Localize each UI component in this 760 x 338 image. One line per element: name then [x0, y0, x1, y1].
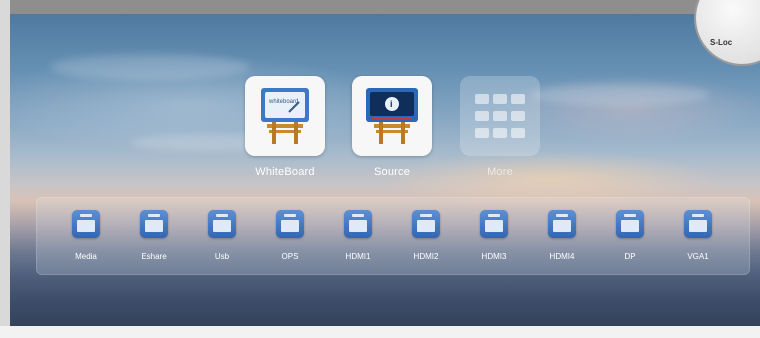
device-bezel-bottom [0, 326, 760, 338]
dock-item-label: Eshare [141, 252, 167, 261]
sky-cloud [50, 54, 250, 80]
displayport-icon [616, 210, 644, 238]
whiteboard-app-button[interactable]: whiteboard [245, 76, 325, 156]
windows-icon [276, 210, 304, 238]
more-app-button[interactable] [460, 76, 540, 156]
dock-item-eshare[interactable]: Eshare [125, 210, 183, 266]
dock-item-hdmi2[interactable]: HDMI2 [397, 210, 455, 266]
svg-text:whiteboard: whiteboard [268, 99, 298, 105]
source-app-button[interactable]: i [352, 76, 432, 156]
more-app-label: More [487, 166, 513, 178]
corner-lock-label: S-Loc [710, 38, 733, 47]
dock-item-label: HDMI4 [549, 252, 575, 261]
dock-item-label: HDMI1 [345, 252, 371, 261]
dock-item-hdmi4[interactable]: HDMI4 [533, 210, 591, 266]
dock-item-label: DP [624, 252, 636, 261]
usb-drive-icon [208, 210, 236, 238]
dock-item-label: VGA1 [687, 252, 709, 261]
eshare-icon [140, 210, 168, 238]
sky-cloud [530, 84, 710, 106]
svg-text:i: i [390, 99, 393, 109]
source-dock: Media Eshare Usb OPS HDMI1 HDMI2 HDMI3 H… [36, 197, 750, 275]
usb-media-icon [72, 210, 100, 238]
source-easel-icon: i [366, 88, 418, 144]
device-bezel-left [0, 0, 10, 338]
hdmi-icon [548, 210, 576, 238]
device-bezel-top [0, 0, 760, 14]
dock-item-hdmi1[interactable]: HDMI1 [329, 210, 387, 266]
home-screen: whiteboard WhiteBoard i Source More Medi… [10, 14, 760, 326]
whiteboard-app-label: WhiteBoard [255, 166, 315, 178]
vga-icon [684, 210, 712, 238]
source-app-label: Source [373, 166, 411, 178]
hdmi-icon [344, 210, 372, 238]
whiteboard-easel-icon: whiteboard [261, 88, 309, 144]
dock-item-dp[interactable]: DP [601, 210, 659, 266]
dock-item-label: HDMI3 [481, 252, 507, 261]
dock-item-hdmi3[interactable]: HDMI3 [465, 210, 523, 266]
dock-item-label: HDMI2 [413, 252, 439, 261]
dock-item-ops[interactable]: OPS [261, 210, 319, 266]
dock-item-label: Usb [214, 252, 230, 261]
dock-item-media[interactable]: Media [57, 210, 115, 266]
dock-item-vga1[interactable]: VGA1 [669, 210, 727, 266]
hdmi-icon [412, 210, 440, 238]
dock-item-label: OPS [281, 252, 299, 261]
dock-item-usb[interactable]: Usb [193, 210, 251, 266]
hdmi-icon [480, 210, 508, 238]
dock-item-label: Media [75, 252, 97, 261]
